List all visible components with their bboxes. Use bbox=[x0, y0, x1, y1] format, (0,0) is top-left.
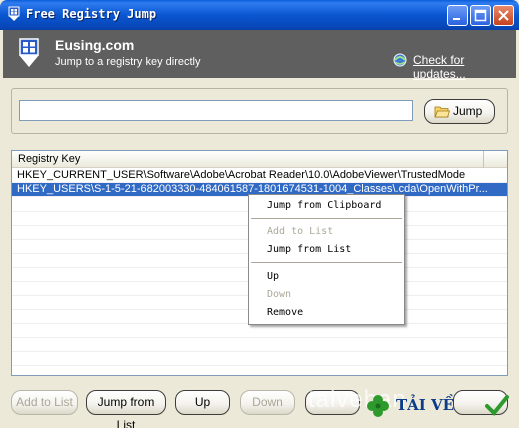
minimize-button[interactable] bbox=[447, 5, 468, 26]
list-item[interactable]: HKEY_CURRENT_USER\Software\Adobe\Acrobat… bbox=[12, 169, 507, 183]
registry-key-input[interactable] bbox=[19, 100, 413, 121]
menu-separator bbox=[251, 218, 402, 219]
clover-icon bbox=[367, 395, 389, 417]
jump-from-list-button[interactable]: Jump from List bbox=[86, 390, 166, 428]
registry-logo-icon bbox=[19, 38, 39, 67]
column-header-registry-key[interactable]: Registry Key bbox=[12, 151, 484, 168]
check-updates-link[interactable]: Check for updates... bbox=[413, 53, 516, 81]
minimize-icon bbox=[453, 18, 460, 20]
update-icon bbox=[393, 53, 407, 67]
title-bar: Free Registry Jump bbox=[0, 0, 519, 30]
window-title: Free Registry Jump bbox=[26, 7, 157, 21]
menu-item-remove[interactable]: Remove bbox=[267, 307, 303, 318]
list-header: Registry Key bbox=[12, 151, 507, 168]
download-badge: TẢI VỀ bbox=[364, 392, 514, 422]
badge-text: TẢI VỀ bbox=[396, 396, 455, 414]
jump-button-label: Jump bbox=[453, 104, 483, 118]
folder-open-icon bbox=[434, 106, 450, 118]
grid-line bbox=[12, 337, 507, 338]
maximize-icon bbox=[474, 9, 487, 22]
app-icon bbox=[8, 6, 20, 21]
maximize-button[interactable] bbox=[470, 5, 491, 26]
header-banner: Eusing.com Jump to a registry key direct… bbox=[3, 30, 516, 81]
grid-line bbox=[12, 351, 507, 352]
grid-line bbox=[12, 365, 507, 366]
context-menu: Jump from Clipboard Add to List Jump fro… bbox=[248, 194, 405, 325]
menu-item-up[interactable]: Up bbox=[267, 271, 279, 282]
add-to-list-button[interactable]: Add to List bbox=[11, 390, 78, 415]
menu-separator bbox=[251, 262, 402, 263]
close-icon bbox=[498, 10, 509, 21]
menu-item-down[interactable]: Down bbox=[267, 289, 291, 300]
check-icon bbox=[485, 395, 509, 416]
tagline: Jump to a registry key directly bbox=[55, 56, 201, 68]
menu-item-add-to-list[interactable]: Add to List bbox=[267, 226, 333, 237]
menu-item-jump-from-clipboard[interactable]: Jump from Clipboard bbox=[267, 200, 381, 211]
menu-item-jump-from-list[interactable]: Jump from List bbox=[267, 244, 351, 255]
down-button[interactable]: Down bbox=[240, 390, 295, 415]
brand-name: Eusing.com bbox=[55, 37, 135, 53]
jump-button[interactable]: Jump bbox=[424, 99, 495, 124]
up-button[interactable]: Up bbox=[175, 390, 230, 415]
close-button[interactable] bbox=[493, 5, 514, 26]
